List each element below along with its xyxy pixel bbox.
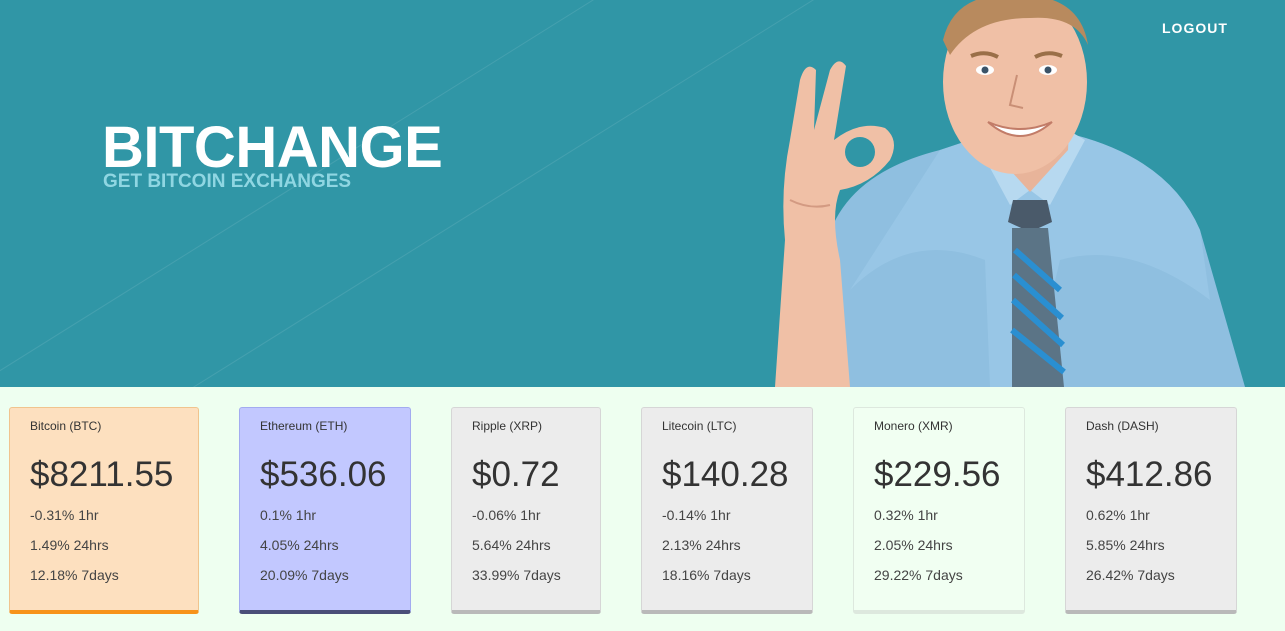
coin-change-7days: 26.42% 7days bbox=[1086, 567, 1175, 583]
coin-name: Monero (XMR) bbox=[874, 419, 953, 433]
coin-card-monero[interactable]: Monero (XMR) $229.56 0.32% 1hr 2.05% 24h… bbox=[853, 407, 1025, 614]
coin-change-1hr: 0.1% 1hr bbox=[260, 507, 317, 523]
coin-change-24hrs: 5.85% 24hrs bbox=[1086, 537, 1165, 553]
coin-change-1hr: -0.06% 1hr bbox=[472, 507, 541, 523]
coin-change-24hrs: 5.64% 24hrs bbox=[472, 537, 551, 553]
coin-change-7days: 20.09% 7days bbox=[260, 567, 349, 583]
coin-name: Ethereum (ETH) bbox=[260, 419, 348, 433]
coin-change-1hr: 0.62% 1hr bbox=[1086, 507, 1150, 523]
coin-price: $229.56 bbox=[874, 455, 1001, 494]
coin-change-1hr: -0.14% 1hr bbox=[662, 507, 731, 523]
banner-stripe bbox=[0, 0, 684, 387]
coin-change-24hrs: 2.05% 24hrs bbox=[874, 537, 953, 553]
coin-price: $140.28 bbox=[662, 455, 789, 494]
coin-change-24hrs: 1.49% 24hrs bbox=[30, 537, 109, 553]
coin-change-24hrs: 4.05% 24hrs bbox=[260, 537, 339, 553]
coin-name: Litecoin (LTC) bbox=[662, 419, 737, 433]
coin-price: $0.72 bbox=[472, 455, 560, 494]
brand-subtitle: GET BITCOIN EXCHANGES bbox=[103, 171, 352, 192]
coin-name: Bitcoin (BTC) bbox=[30, 419, 102, 433]
banner-stripe bbox=[60, 0, 824, 387]
coin-change-1hr: 0.32% 1hr bbox=[874, 507, 938, 523]
coin-card-litecoin[interactable]: Litecoin (LTC) $140.28 -0.14% 1hr 2.13% … bbox=[641, 407, 813, 614]
coin-change-7days: 29.22% 7days bbox=[874, 567, 963, 583]
coin-card-ethereum[interactable]: Ethereum (ETH) $536.06 0.1% 1hr 4.05% 24… bbox=[239, 407, 411, 614]
coin-change-7days: 18.16% 7days bbox=[662, 567, 751, 583]
hero-banner: BITCHANGE GET BITCOIN EXCHANGES LOGOUT bbox=[0, 0, 1285, 387]
coin-name: Dash (DASH) bbox=[1086, 419, 1159, 433]
coin-card-dash[interactable]: Dash (DASH) $412.86 0.62% 1hr 5.85% 24hr… bbox=[1065, 407, 1237, 614]
coin-change-7days: 12.18% 7days bbox=[30, 567, 119, 583]
coin-price: $536.06 bbox=[260, 455, 387, 494]
coin-price: $8211.55 bbox=[30, 455, 174, 494]
coin-card-bitcoin[interactable]: Bitcoin (BTC) $8211.55 -0.31% 1hr 1.49% … bbox=[9, 407, 199, 614]
logout-button[interactable]: LOGOUT bbox=[1162, 20, 1228, 36]
coin-name: Ripple (XRP) bbox=[472, 419, 543, 433]
coin-change-1hr: -0.31% 1hr bbox=[30, 507, 99, 523]
hero-man-image bbox=[775, 0, 1245, 387]
coin-change-7days: 33.99% 7days bbox=[472, 567, 561, 583]
coin-price: $412.86 bbox=[1086, 455, 1213, 494]
coin-change-24hrs: 2.13% 24hrs bbox=[662, 537, 741, 553]
coin-card-ripple[interactable]: Ripple (XRP) $0.72 -0.06% 1hr 5.64% 24hr… bbox=[451, 407, 601, 614]
